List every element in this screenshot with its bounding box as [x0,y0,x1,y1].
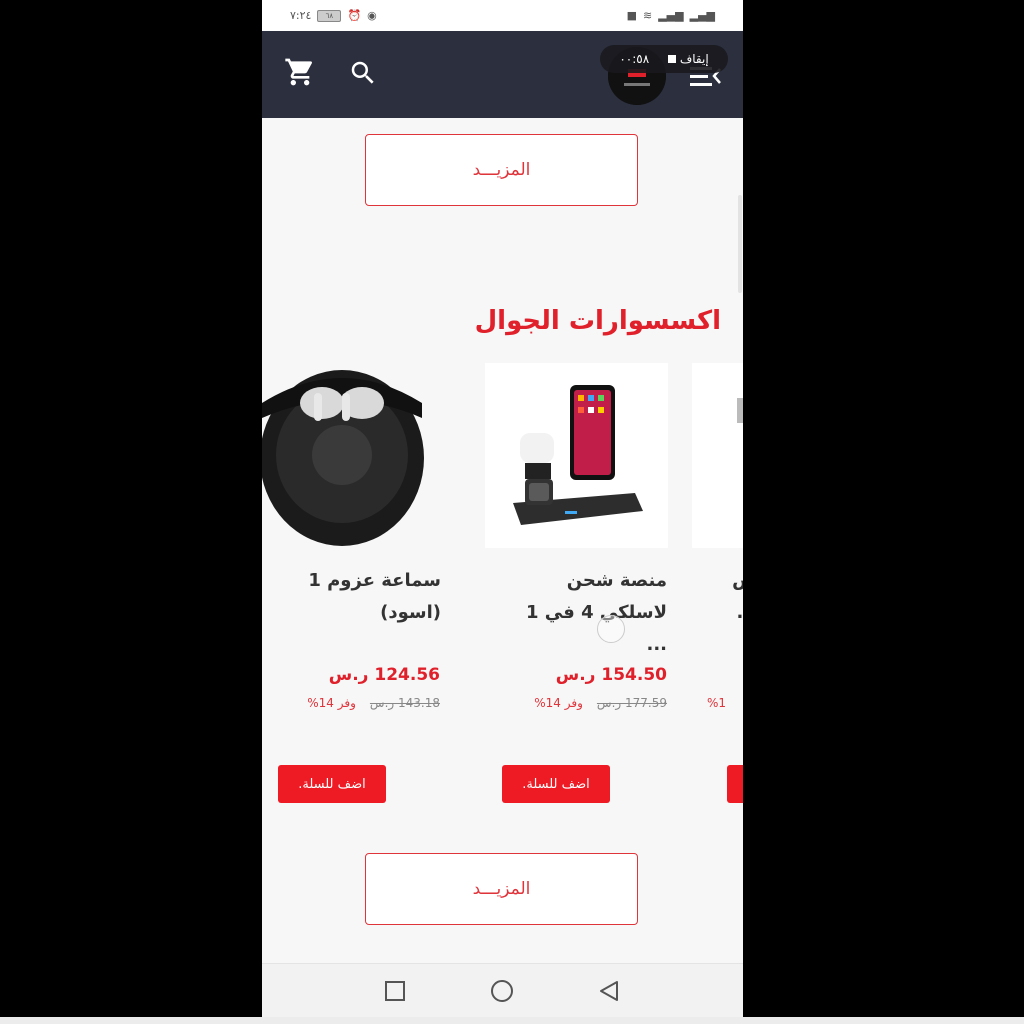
record-status-icon: ■ [626,9,637,22]
signal-icon: ▂▄▆ [658,9,684,22]
product-image-earbuds[interactable] [262,363,452,548]
save-badge: %1 [707,696,727,710]
touch-indicator [597,615,625,643]
cart-icon[interactable] [284,56,316,88]
system-nav-bar [262,963,743,1017]
status-left: ٧:٢٤ ٦٨ ⏰ ◉ [290,9,377,22]
add-to-cart-button[interactable]: اضف للسلة. [502,765,610,803]
eye-icon: ◉ [367,9,377,22]
more-button-top[interactable]: المزيـــد [365,134,638,206]
product-card[interactable]: ش ... %1 [692,363,743,823]
product-card[interactable]: سماعة عزوم 1 (اسود) 124.56 ر.س 143.18 ر.… [262,363,462,823]
save-badge: وفر 14% [307,696,356,710]
product-name[interactable]: ش ... [707,565,743,629]
product-price: 124.56 ر.س [328,665,440,685]
product-name[interactable]: سماعة عزوم 1 (اسود) [281,565,441,629]
price-details: %1 [707,696,726,710]
bottom-strip [0,1017,1024,1024]
wifi-icon: ≋ [643,9,653,22]
scrollbar[interactable] [738,195,742,293]
section-title: اكسسوارات الجوال [474,306,721,336]
search-icon[interactable] [348,58,378,88]
add-to-cart-button[interactable] [727,765,743,803]
battery-icon: ٦٨ [317,9,342,22]
signal-icon-2: ▂▄▆ [689,9,715,22]
stop-record-label: إيقاف [679,52,709,66]
price-details: 177.59 ر.س وفر 14% [534,696,667,710]
stop-icon [667,55,676,63]
phone-screen: ٧:٢٤ ٦٨ ⏰ ◉ ■ ≋ ▂▄▆ ▂▄▆ ٠٠:٥٨ إيقاف المز… [262,0,743,1017]
square-icon[interactable] [383,979,407,1003]
product-card[interactable]: منصة شحن لاسلكي 4 في 1 ... 154.50 ر.س 17… [482,363,682,823]
save-badge: وفر 14% [534,696,583,710]
old-price: 143.18 ر.س [369,696,440,710]
add-to-cart-button[interactable]: اضف للسلة. [278,765,386,803]
stop-record-button[interactable]: إيقاف [667,52,709,66]
status-time: ٧:٢٤ [290,9,312,22]
circle-icon[interactable] [490,979,514,1003]
product-price: 154.50 ر.س [555,665,667,685]
more-button-bottom[interactable]: المزيـــد [365,853,638,925]
screen-record-pill[interactable]: ٠٠:٥٨ إيقاف [600,45,728,73]
record-timer: ٠٠:٥٨ [619,52,650,66]
price-details: 143.18 ر.س وفر 14% [307,696,440,710]
product-image-charging-dock[interactable] [485,363,668,548]
old-price: 177.59 ر.س [596,696,667,710]
triangle-back-icon[interactable] [597,979,621,1003]
status-right: ■ ≋ ▂▄▆ ▂▄▆ [627,9,715,22]
product-image-partial[interactable] [692,363,743,548]
alarm-icon: ⏰ [347,9,362,22]
product-name[interactable]: منصة شحن لاسلكي 4 في 1 ... [507,565,667,661]
status-bar: ٧:٢٤ ٦٨ ⏰ ◉ ■ ≋ ▂▄▆ ▂▄▆ [262,0,743,31]
